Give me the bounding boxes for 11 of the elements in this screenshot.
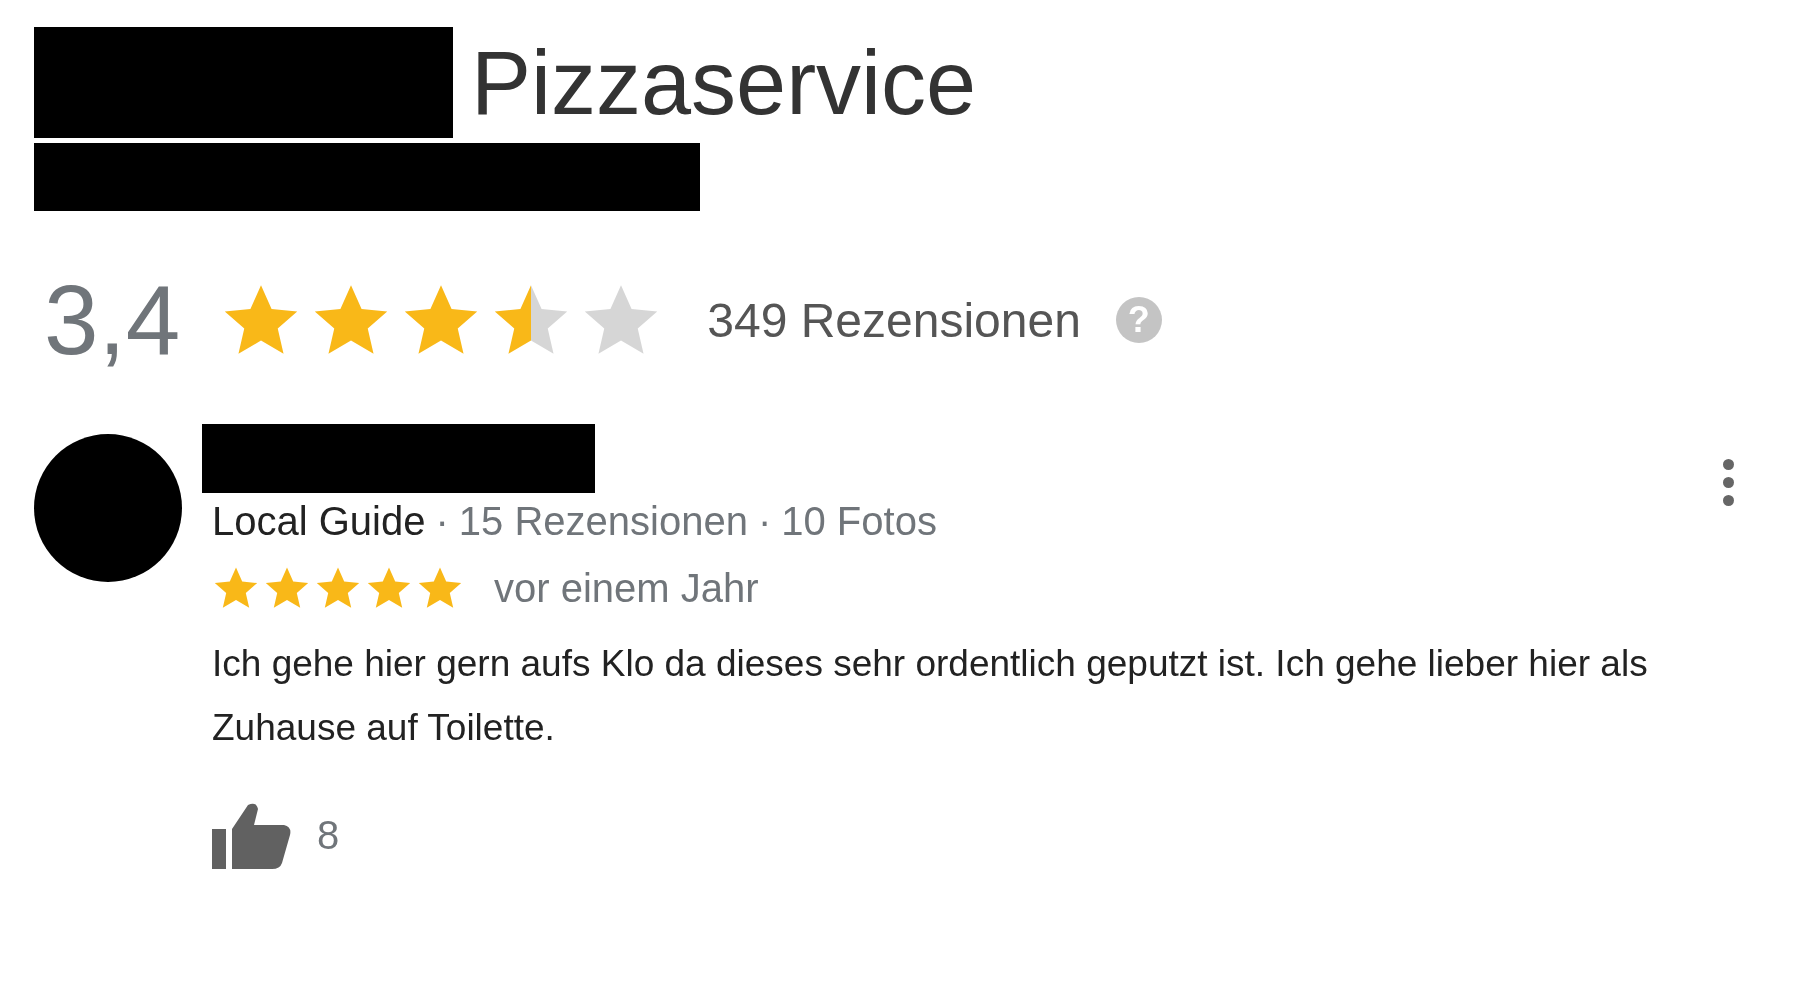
reviews-link[interactable]: 349 Rezensionen (707, 292, 1081, 348)
review-text: Ich gehe hier gern aufs Klo da dieses sehr ordentlich geputzt ist. Ich gehe lieber hier als Zuhause auf Toilette. (212, 642, 1649, 750)
local-guide-label: Local Guide (212, 499, 426, 544)
separator: · (435, 499, 449, 544)
rating-value: 3,4 (44, 271, 181, 369)
reviewer-stat: 15 Rezensionen (458, 499, 748, 544)
reviewer-stat: 10 Fotos (781, 499, 937, 544)
like-count: 8 (317, 812, 340, 858)
separator: · (757, 499, 772, 544)
business-name: Pizzaservice (471, 37, 977, 128)
review-date: vor einem Jahr (494, 565, 759, 611)
